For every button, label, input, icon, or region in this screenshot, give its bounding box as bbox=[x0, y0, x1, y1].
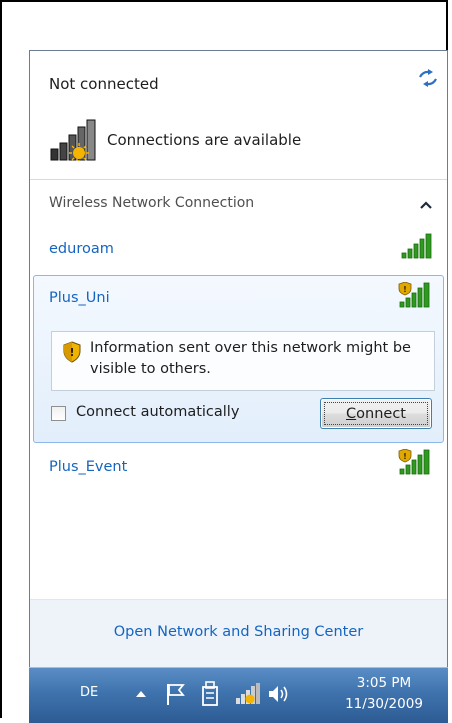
network-item-eduroam[interactable]: eduroam bbox=[49, 241, 114, 257]
warning-shield-icon: ! bbox=[63, 341, 81, 363]
security-warning-box: ! Information sent over this network mig… bbox=[51, 331, 435, 391]
clock-time[interactable]: 3:05 PM bbox=[329, 675, 439, 691]
section-header-wireless[interactable]: Wireless Network Connection bbox=[49, 195, 254, 211]
unsecured-signal-icon: ! bbox=[398, 449, 430, 475]
unsecured-signal-icon: ! bbox=[398, 282, 430, 308]
network-item-plus-event[interactable]: Plus_Event bbox=[49, 459, 127, 475]
chevron-up-icon[interactable] bbox=[420, 201, 432, 209]
svg-text:!: ! bbox=[403, 452, 407, 461]
connect-automatically-checkbox[interactable] bbox=[51, 406, 66, 421]
section-divider bbox=[30, 179, 447, 180]
volume-icon[interactable] bbox=[267, 683, 291, 705]
refresh-icon[interactable] bbox=[417, 69, 439, 87]
svg-text:!: ! bbox=[69, 346, 74, 359]
status-title: Not connected bbox=[49, 75, 159, 93]
connections-available-icon bbox=[50, 119, 96, 161]
device-icon[interactable] bbox=[200, 681, 222, 707]
connect-button-label: Connect bbox=[324, 402, 428, 425]
taskbar: DE 3:05 PM 11/30/2009 bbox=[29, 667, 448, 723]
network-item-plus-uni[interactable]: Plus_Uni bbox=[49, 290, 110, 306]
action-center-flag-icon[interactable] bbox=[165, 682, 187, 706]
signal-strength-icon bbox=[401, 233, 432, 259]
connections-available-text: Connections are available bbox=[107, 131, 302, 149]
network-tray-icon[interactable] bbox=[235, 682, 261, 706]
clock-date[interactable]: 11/30/2009 bbox=[329, 696, 439, 712]
open-network-sharing-center-link[interactable]: Open Network and Sharing Center bbox=[30, 624, 447, 640]
window-frame: Not connected Connections are available … bbox=[0, 0, 448, 723]
language-indicator[interactable]: DE bbox=[80, 685, 98, 700]
show-hidden-icons-icon[interactable] bbox=[135, 689, 147, 699]
svg-text:!: ! bbox=[403, 285, 407, 294]
network-item-plus-uni-expanded[interactable]: Plus_Uni ! ! Information sent over this … bbox=[33, 275, 444, 443]
connect-button[interactable]: Connect bbox=[320, 398, 432, 429]
connect-automatically-label[interactable]: Connect automatically bbox=[76, 404, 239, 420]
flyout-footer: Open Network and Sharing Center bbox=[30, 599, 447, 667]
network-flyout: Not connected Connections are available … bbox=[29, 50, 448, 667]
security-warning-text: Information sent over this network might… bbox=[90, 340, 411, 377]
